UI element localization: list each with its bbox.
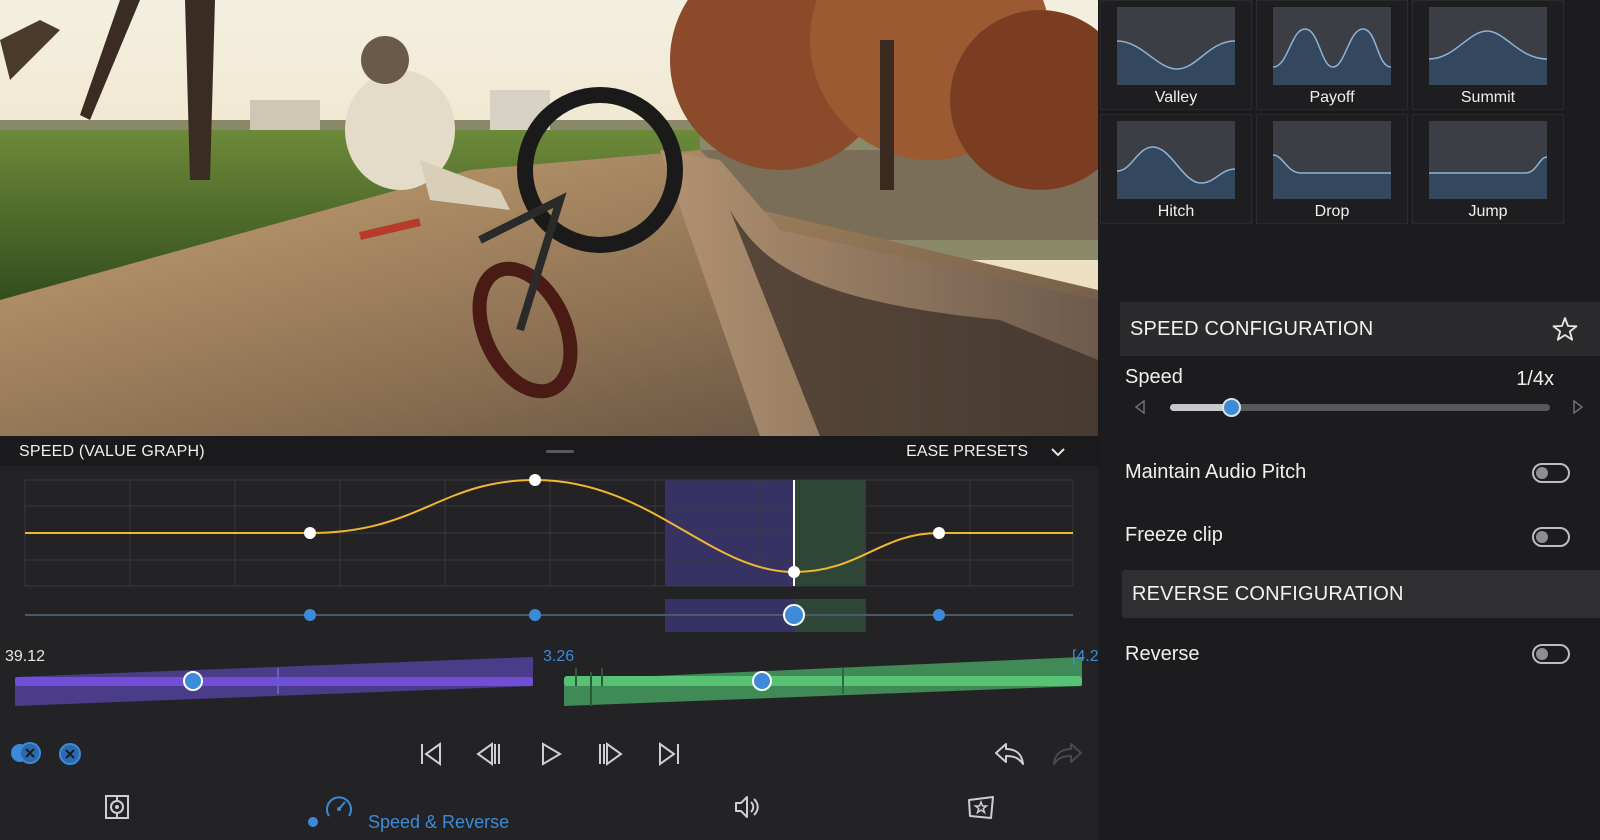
- speed-label: Speed: [1125, 366, 1183, 388]
- maintain-audio-pitch-label: Maintain Audio Pitch: [1125, 461, 1307, 483]
- active-tab-indicator: [308, 817, 318, 827]
- speed-decrease-arrow-icon[interactable]: [1134, 400, 1146, 414]
- video-preview[interactable]: [0, 0, 1098, 436]
- preset-payoff[interactable]: Payoff: [1256, 0, 1408, 110]
- reverse-toggle[interactable]: [1532, 644, 1570, 664]
- toggle-knob: [1536, 531, 1548, 543]
- redo-icon: [1053, 743, 1082, 765]
- step-forward-icon: [599, 742, 623, 766]
- toggle-knob: [1536, 648, 1548, 660]
- section-title: REVERSE CONFIGURATION: [1132, 583, 1404, 605]
- audio-icon: [735, 796, 759, 818]
- ramp-clip-green[interactable]: [564, 676, 1082, 686]
- reverse-label: Reverse: [1125, 643, 1200, 665]
- tab-crop[interactable]: [104, 794, 130, 820]
- preset-thumbnail: [1117, 121, 1235, 199]
- undo-button[interactable]: [992, 740, 1026, 768]
- speed-slider-thumb[interactable]: [1221, 398, 1241, 417]
- preset-drop[interactable]: Drop: [1256, 114, 1408, 224]
- toggle-knob: [1536, 467, 1548, 479]
- preset-thumbnail: [1117, 7, 1235, 85]
- timeline-keyframe[interactable]: [933, 609, 945, 621]
- preset-label: Valley: [1154, 89, 1198, 106]
- curve-keyframe[interactable]: [529, 474, 541, 486]
- speed-graph[interactable]: [0, 466, 1098, 776]
- timeline-keyframe[interactable]: [304, 609, 316, 621]
- timeline-keyframe-selected[interactable]: [783, 604, 805, 626]
- preset-valley[interactable]: Valley: [1100, 0, 1252, 110]
- tab-speed-reverse[interactable]: [324, 792, 354, 822]
- section-title: SPEED CONFIGURATION: [1130, 318, 1374, 340]
- maintain-audio-pitch-toggle[interactable]: [1532, 463, 1570, 483]
- time-start-label: 39.12: [5, 648, 46, 665]
- tab-effects[interactable]: [966, 792, 996, 822]
- loop-toggle-button[interactable]: [10, 741, 44, 765]
- play-button[interactable]: [538, 741, 564, 767]
- skip-to-start-button[interactable]: [418, 741, 444, 767]
- clear-button[interactable]: [57, 741, 83, 767]
- panel-drag-handle[interactable]: [546, 450, 574, 453]
- speed-curve: [25, 478, 1073, 574]
- ramp-handle[interactable]: [183, 671, 203, 691]
- freeze-clip-label: Freeze clip: [1125, 524, 1223, 546]
- speed-value: 1/4x: [1516, 368, 1554, 390]
- tab-audio[interactable]: [732, 792, 762, 822]
- redo-button[interactable]: [1051, 740, 1085, 768]
- freeze-clip-toggle[interactable]: [1532, 527, 1570, 547]
- step-back-button[interactable]: [476, 741, 502, 767]
- preset-jump[interactable]: Jump: [1412, 114, 1564, 224]
- preset-label: Jump: [1468, 203, 1508, 220]
- preset-thumbnail: [1429, 7, 1547, 85]
- undo-icon: [995, 743, 1024, 765]
- reverse-configuration-header: REVERSE CONFIGURATION: [1122, 570, 1600, 618]
- preset-hitch[interactable]: Hitch: [1100, 114, 1252, 224]
- preset-summit[interactable]: Summit: [1412, 0, 1564, 110]
- preset-thumbnail: [1273, 7, 1391, 85]
- speed-configuration-header: SPEED CONFIGURATION: [1120, 302, 1600, 356]
- loop-toggle-icon: [11, 742, 41, 764]
- speed-increase-arrow-icon[interactable]: [1572, 400, 1584, 414]
- skip-to-end-icon: [659, 742, 679, 766]
- preset-label: Summit: [1460, 89, 1516, 106]
- time-playhead-label: 3.26: [543, 648, 575, 665]
- graph-title: SPEED (VALUE GRAPH): [19, 443, 205, 460]
- preset-label: Drop: [1314, 203, 1350, 220]
- effects-icon: [968, 796, 994, 819]
- tab-speed-reverse-label[interactable]: Speed & Reverse: [368, 812, 509, 833]
- preset-thumbnail: [1273, 121, 1391, 199]
- crop-target-icon: [105, 795, 129, 819]
- chevron-down-icon[interactable]: [1048, 442, 1068, 462]
- speed-slider[interactable]: [1170, 398, 1550, 417]
- close-circle-icon: [59, 743, 81, 765]
- skip-to-end-button[interactable]: [656, 741, 682, 767]
- ease-presets-button[interactable]: EASE PRESETS: [906, 443, 1028, 461]
- curve-keyframe[interactable]: [304, 527, 316, 539]
- preset-label: Hitch: [1157, 203, 1195, 220]
- star-icon[interactable]: [1552, 316, 1578, 342]
- preset-label: Payoff: [1309, 89, 1355, 106]
- curve-keyframe[interactable]: [788, 566, 800, 578]
- skip-to-start-icon: [421, 742, 441, 766]
- curve-keyframe[interactable]: [933, 527, 945, 539]
- video-frame-image: [0, 0, 1098, 436]
- play-icon: [542, 742, 562, 766]
- graph-header: SPEED (VALUE GRAPH) EASE PRESETS: [0, 436, 1098, 466]
- timeline-keyframe[interactable]: [529, 609, 541, 621]
- speedometer-icon: [326, 796, 352, 817]
- step-back-icon: [476, 742, 500, 766]
- step-forward-button[interactable]: [597, 741, 623, 767]
- ramp-handle[interactable]: [752, 671, 772, 691]
- preset-thumbnail: [1429, 121, 1547, 199]
